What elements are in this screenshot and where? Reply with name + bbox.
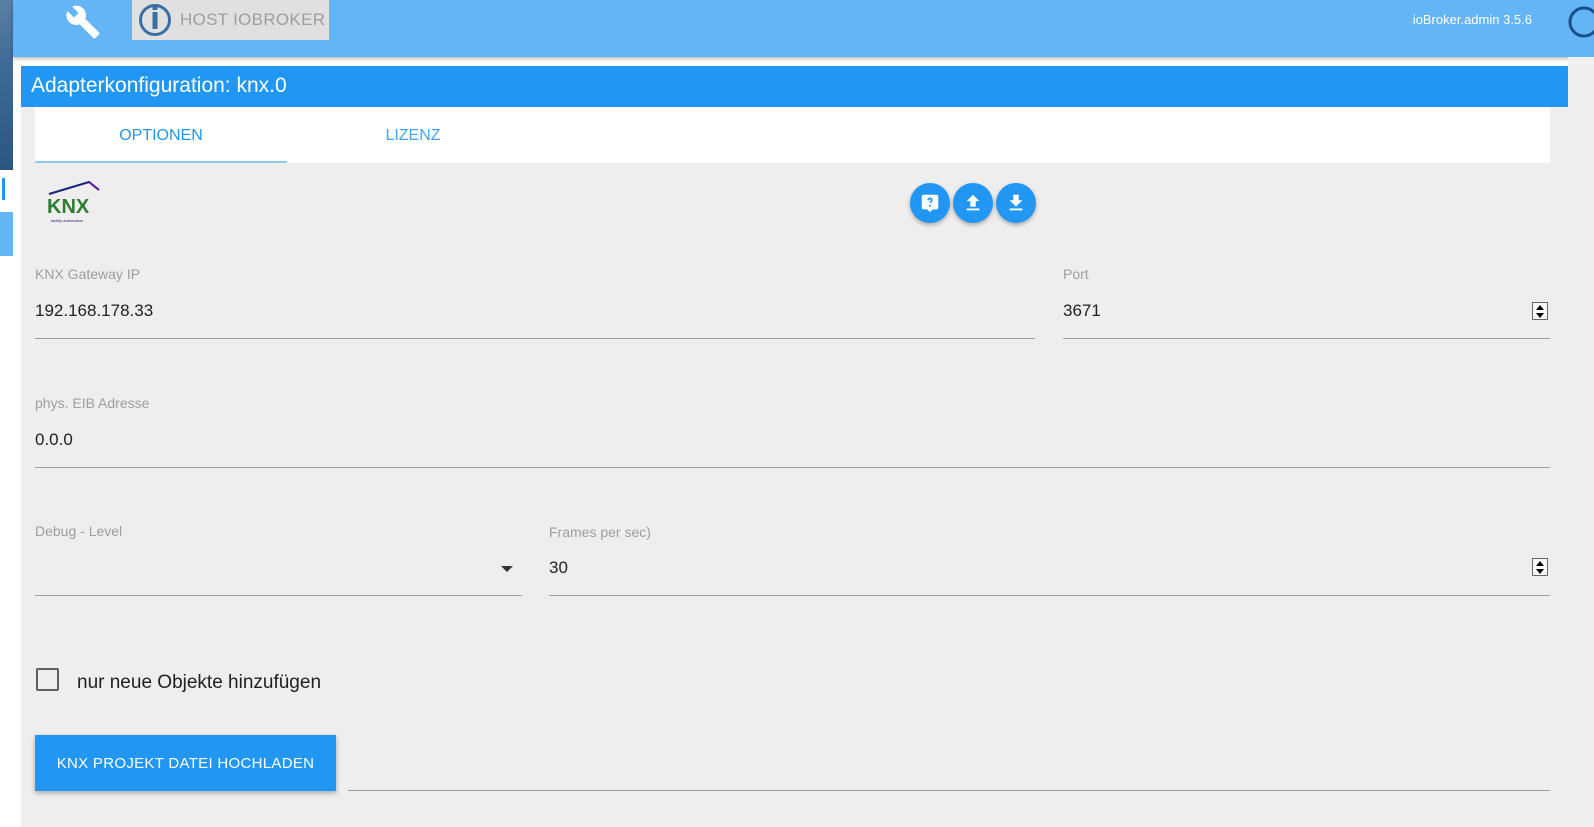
host-selector-button[interactable]: HOST IOBROKER bbox=[132, 0, 329, 40]
tab-bar: OPTIONEN LIZENZ bbox=[35, 107, 1550, 163]
frames-per-sec-spinner[interactable] bbox=[1532, 558, 1548, 576]
iobroker-logo-icon bbox=[139, 4, 171, 36]
wrench-icon[interactable] bbox=[65, 4, 101, 40]
tab-lizenz[interactable]: LIZENZ bbox=[287, 107, 539, 163]
eib-address-input[interactable]: 0.0.0 bbox=[35, 430, 73, 450]
knx-logo-k: KNX bbox=[47, 196, 90, 218]
port-label: Port bbox=[1063, 266, 1089, 282]
port-underline bbox=[1063, 338, 1550, 339]
gateway-ip-label: KNX Gateway IP bbox=[35, 266, 141, 282]
host-label: HOST IOBROKER bbox=[180, 10, 326, 29]
debug-level-label: Debug - Level bbox=[35, 523, 123, 539]
dialog-title: Adapterkonfiguration: knx.0 bbox=[21, 66, 1568, 107]
eib-address-underline bbox=[35, 467, 1550, 468]
debug-level-underline bbox=[35, 595, 522, 596]
admin-version: ioBroker.admin 3.5.6 bbox=[1412, 12, 1532, 27]
debug-level-select[interactable] bbox=[35, 558, 505, 580]
eib-address-label: phys. EIB Adresse bbox=[35, 395, 150, 411]
top-bar: HOST IOBROKER ioBroker.admin 3.5.6 bbox=[13, 0, 1594, 57]
iobroker-corner-logo-icon bbox=[1560, 2, 1594, 38]
gateway-ip-underline bbox=[35, 338, 1035, 339]
frames-per-sec-input[interactable]: 30 bbox=[549, 558, 568, 578]
frames-per-sec-underline bbox=[549, 595, 1550, 596]
help-icon bbox=[921, 194, 939, 213]
port-input[interactable]: 3671 bbox=[1063, 301, 1101, 321]
side-menu-active-edge bbox=[0, 212, 13, 256]
desktop-wallpaper-strip bbox=[0, 0, 13, 170]
only-new-objects-checkbox[interactable] bbox=[36, 668, 59, 691]
download-config-button[interactable] bbox=[996, 183, 1036, 223]
help-button[interactable] bbox=[910, 183, 950, 223]
knx-logo: KNX facility automation bbox=[45, 180, 103, 224]
desktop-edge bbox=[0, 0, 13, 827]
gateway-ip-input[interactable]: 192.168.178.33 bbox=[35, 301, 153, 321]
tab-optionen[interactable]: OPTIONEN bbox=[35, 107, 287, 163]
only-new-objects-label: nur neue Objekte hinzufügen bbox=[77, 672, 322, 693]
chevron-down-icon[interactable] bbox=[501, 566, 513, 572]
side-menu-marker bbox=[2, 178, 5, 200]
adapter-config-dialog: Adapterkonfiguration: knx.0 OPTIONEN LIZ… bbox=[21, 66, 1594, 827]
upload-icon bbox=[966, 194, 980, 211]
upload-knx-project-button[interactable]: KNX PROJEKT DATEI HOCHLADEN bbox=[35, 735, 336, 791]
side-menu-edge bbox=[0, 170, 13, 208]
knx-logo-subtitle: facility automation bbox=[51, 218, 83, 223]
frames-per-sec-label: Frames per sec) bbox=[549, 524, 651, 540]
upload-config-button[interactable] bbox=[953, 183, 993, 223]
download-icon bbox=[1009, 194, 1023, 211]
upload-file-underline bbox=[348, 790, 1550, 791]
port-spinner[interactable] bbox=[1532, 302, 1548, 320]
